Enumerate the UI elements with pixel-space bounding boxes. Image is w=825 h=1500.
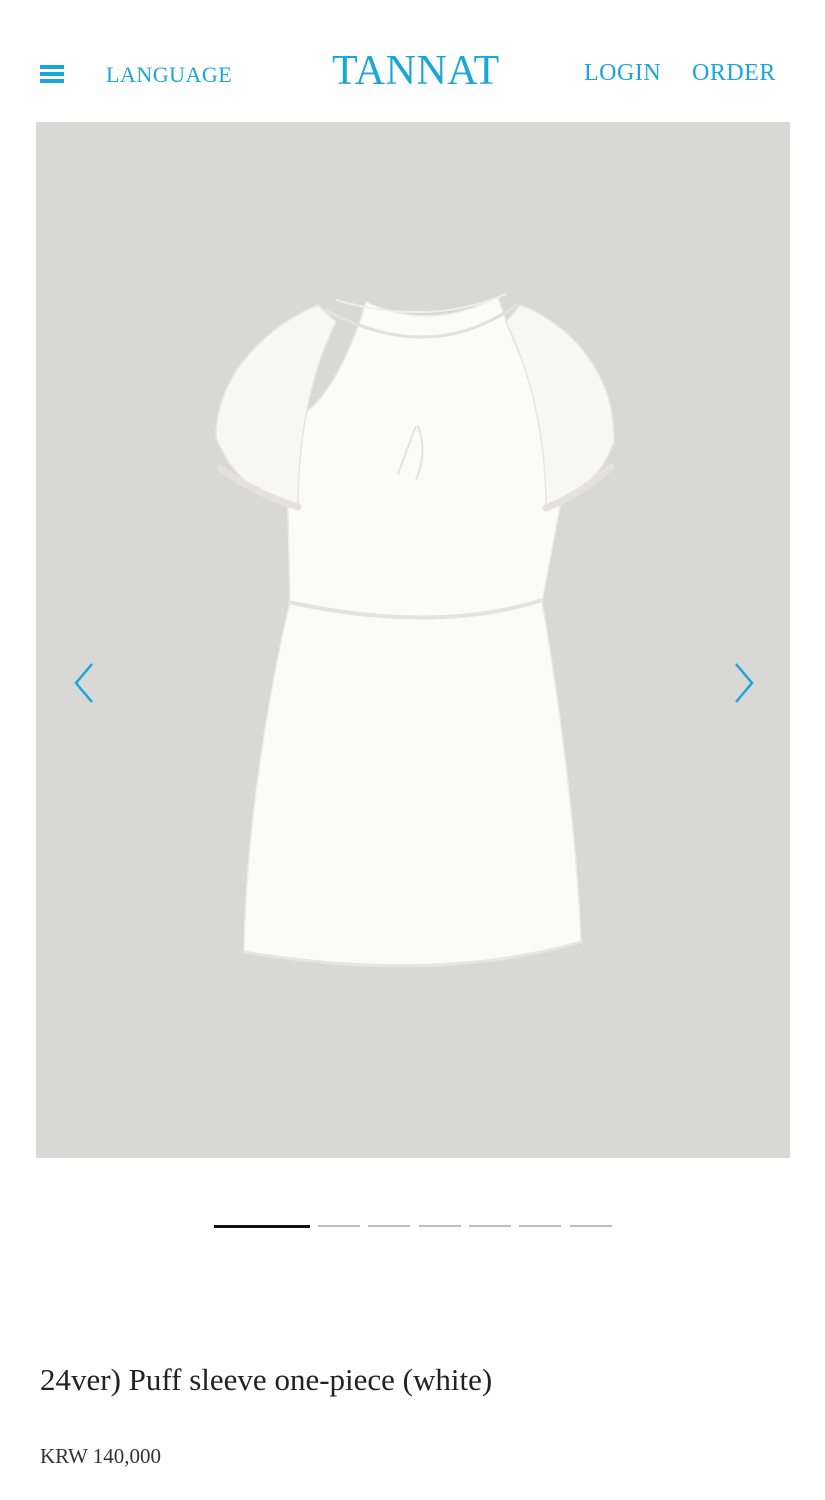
site-header: LANGUAGE TANNAT LOGIN ORDER xyxy=(0,0,825,122)
pagination-dot-4[interactable] xyxy=(419,1225,461,1227)
product-page: LANGUAGE TANNAT LOGIN ORDER 24ver) Puff … xyxy=(0,0,825,1500)
product-image-gallery[interactable] xyxy=(36,122,790,1158)
pagination-dot-7[interactable] xyxy=(570,1225,612,1227)
chevron-right-icon[interactable] xyxy=(724,658,760,708)
product-title: 24ver) Puff sleeve one-piece (white) xyxy=(40,1362,493,1397)
pagination-dot-2[interactable] xyxy=(318,1225,360,1227)
chevron-left-icon[interactable] xyxy=(68,658,104,708)
product-price: KRW 140,000 xyxy=(40,1444,161,1468)
pagination-dot-5[interactable] xyxy=(469,1225,511,1227)
pagination-dot-6[interactable] xyxy=(519,1225,561,1227)
language-link[interactable]: LANGUAGE xyxy=(106,62,232,88)
login-link[interactable]: LOGIN xyxy=(584,60,661,87)
pagination-dot-1[interactable] xyxy=(214,1225,310,1228)
order-link[interactable]: ORDER xyxy=(692,60,776,87)
hamburger-menu-icon[interactable] xyxy=(40,64,64,84)
pagination-dot-3[interactable] xyxy=(368,1225,410,1227)
brand-logo[interactable]: TANNAT xyxy=(332,50,500,92)
gallery-pagination xyxy=(0,1225,825,1229)
product-image xyxy=(36,122,790,1158)
